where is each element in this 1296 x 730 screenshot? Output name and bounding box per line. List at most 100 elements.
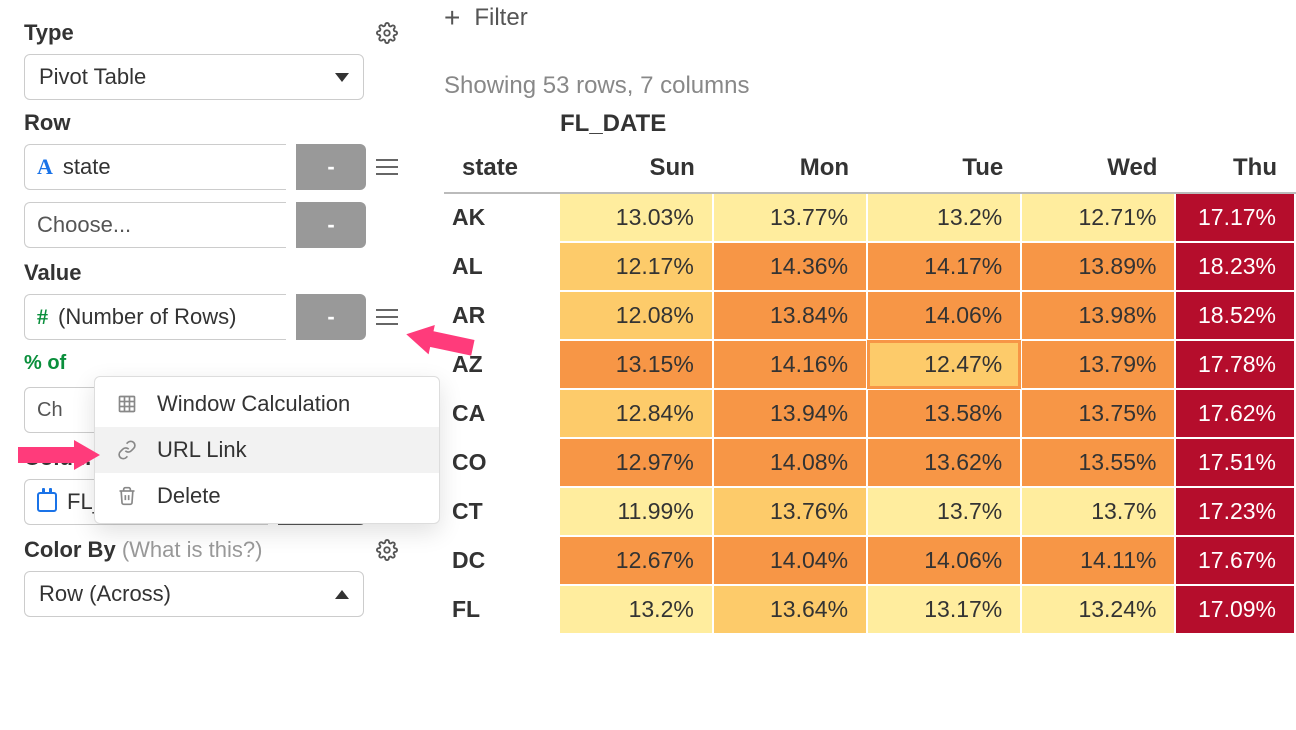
row-state-label[interactable]: AR bbox=[444, 291, 559, 340]
chevron-down-icon bbox=[335, 73, 349, 82]
cell[interactable]: 14.08% bbox=[713, 438, 867, 487]
cell[interactable]: 14.16% bbox=[713, 340, 867, 389]
cell[interactable]: 13.62% bbox=[867, 438, 1021, 487]
cell[interactable]: 17.09% bbox=[1175, 585, 1295, 634]
value-func-box[interactable]: - bbox=[296, 294, 366, 340]
type-label-row: Type bbox=[24, 20, 398, 46]
table-row: AL12.17%14.36%14.17%13.89%18.23% bbox=[444, 242, 1295, 291]
col-tue[interactable]: Tue bbox=[867, 144, 1021, 193]
cell[interactable]: 14.17% bbox=[867, 242, 1021, 291]
cell[interactable]: 13.76% bbox=[713, 487, 867, 536]
table-row: FL13.2%13.64%13.17%13.24%17.09% bbox=[444, 585, 1295, 634]
value-label: Value bbox=[24, 260, 398, 286]
cell[interactable]: 12.71% bbox=[1021, 193, 1175, 242]
cell[interactable]: 13.89% bbox=[1021, 242, 1175, 291]
table-row: CA12.84%13.94%13.58%13.75%17.62% bbox=[444, 389, 1295, 438]
col-sun[interactable]: Sun bbox=[559, 144, 713, 193]
table-row: CO12.97%14.08%13.62%13.55%17.51% bbox=[444, 438, 1295, 487]
cell[interactable]: 13.79% bbox=[1021, 340, 1175, 389]
type-select[interactable]: Pivot Table bbox=[24, 54, 364, 100]
menu-url-link[interactable]: URL Link bbox=[95, 427, 439, 473]
cell[interactable]: 13.77% bbox=[713, 193, 867, 242]
cell[interactable]: 13.7% bbox=[1021, 487, 1175, 536]
colorby-gear-icon[interactable] bbox=[376, 539, 398, 561]
cell[interactable]: 13.2% bbox=[867, 193, 1021, 242]
col-thu[interactable]: Thu bbox=[1175, 144, 1295, 193]
cell[interactable]: 17.67% bbox=[1175, 536, 1295, 585]
value-field-box[interactable]: # (Number of Rows) bbox=[24, 294, 286, 340]
row-state-label[interactable]: AK bbox=[444, 193, 559, 242]
cell[interactable]: 13.55% bbox=[1021, 438, 1175, 487]
menu-window-calculation[interactable]: Window Calculation bbox=[95, 381, 439, 427]
row-state-label[interactable]: FL bbox=[444, 585, 559, 634]
cell[interactable]: 12.84% bbox=[559, 389, 713, 438]
colorby-label-row: Color By (What is this?) bbox=[24, 537, 398, 563]
cell[interactable]: 17.78% bbox=[1175, 340, 1295, 389]
number-type-icon: # bbox=[37, 304, 48, 330]
cell[interactable]: 13.84% bbox=[713, 291, 867, 340]
cell[interactable]: 12.17% bbox=[559, 242, 713, 291]
cell[interactable]: 13.64% bbox=[713, 585, 867, 634]
value-field-row: # (Number of Rows) - bbox=[24, 294, 398, 340]
table-icon bbox=[115, 394, 139, 414]
cell[interactable]: 13.98% bbox=[1021, 291, 1175, 340]
value-choose-placeholder: Ch bbox=[37, 399, 63, 422]
colorby-hint[interactable]: (What is this?) bbox=[122, 537, 263, 562]
row-func-box[interactable]: - bbox=[296, 144, 366, 190]
cell[interactable]: 12.97% bbox=[559, 438, 713, 487]
cell[interactable]: 14.06% bbox=[867, 536, 1021, 585]
cell[interactable]: 14.06% bbox=[867, 291, 1021, 340]
cell[interactable]: 12.67% bbox=[559, 536, 713, 585]
row-state-label[interactable]: DC bbox=[444, 536, 559, 585]
col-state[interactable]: state bbox=[444, 144, 559, 193]
cell[interactable]: 13.17% bbox=[867, 585, 1021, 634]
table-row: AK13.03%13.77%13.2%12.71%17.17% bbox=[444, 193, 1295, 242]
cell[interactable]: 17.62% bbox=[1175, 389, 1295, 438]
row-state-label[interactable]: AL bbox=[444, 242, 559, 291]
row-state-label[interactable]: CT bbox=[444, 487, 559, 536]
colorby-select[interactable]: Row (Across) bbox=[24, 571, 364, 617]
cell[interactable]: 13.58% bbox=[867, 389, 1021, 438]
row-menu-icon[interactable] bbox=[376, 159, 398, 175]
cell[interactable]: 12.47% bbox=[867, 340, 1021, 389]
row-choose-box[interactable]: Choose... bbox=[24, 202, 286, 248]
calendar-icon bbox=[37, 492, 57, 512]
cell[interactable]: 17.17% bbox=[1175, 193, 1295, 242]
cell[interactable]: 14.11% bbox=[1021, 536, 1175, 585]
table-row: AZ13.15%14.16%12.47%13.79%17.78% bbox=[444, 340, 1295, 389]
header-row: state Sun Mon Tue Wed Thu bbox=[444, 144, 1295, 193]
cell[interactable]: 13.03% bbox=[559, 193, 713, 242]
cell[interactable]: 17.23% bbox=[1175, 487, 1295, 536]
cell[interactable]: 14.36% bbox=[713, 242, 867, 291]
config-sidebar: Type Pivot Table Row A state - Choose...… bbox=[0, 0, 422, 730]
cell[interactable]: 18.23% bbox=[1175, 242, 1295, 291]
cell[interactable]: 13.7% bbox=[867, 487, 1021, 536]
row-field-box[interactable]: A state bbox=[24, 144, 286, 190]
cell[interactable]: 17.51% bbox=[1175, 438, 1295, 487]
col-wed[interactable]: Wed bbox=[1021, 144, 1175, 193]
row-field-value: state bbox=[63, 154, 111, 180]
column-group-header: FL_DATE bbox=[444, 110, 1296, 138]
row-state-label[interactable]: CO bbox=[444, 438, 559, 487]
colorby-label: Color By bbox=[24, 537, 116, 562]
cell[interactable]: 13.2% bbox=[559, 585, 713, 634]
type-settings-gear-icon[interactable] bbox=[376, 22, 398, 44]
cell[interactable]: 13.94% bbox=[713, 389, 867, 438]
row-choose-func[interactable]: - bbox=[296, 202, 366, 248]
type-label: Type bbox=[24, 20, 74, 46]
cell[interactable]: 13.24% bbox=[1021, 585, 1175, 634]
row-add-row: Choose... - bbox=[24, 202, 398, 248]
add-filter-button[interactable]: + Filter bbox=[444, 2, 1296, 34]
value-menu-icon[interactable] bbox=[376, 309, 398, 325]
plus-icon: + bbox=[444, 2, 460, 34]
row-state-label[interactable]: CA bbox=[444, 389, 559, 438]
menu-delete[interactable]: Delete bbox=[95, 473, 439, 519]
col-mon[interactable]: Mon bbox=[713, 144, 867, 193]
type-value: Pivot Table bbox=[39, 64, 146, 90]
cell[interactable]: 14.04% bbox=[713, 536, 867, 585]
cell[interactable]: 13.15% bbox=[559, 340, 713, 389]
cell[interactable]: 18.52% bbox=[1175, 291, 1295, 340]
cell[interactable]: 11.99% bbox=[559, 487, 713, 536]
cell[interactable]: 12.08% bbox=[559, 291, 713, 340]
cell[interactable]: 13.75% bbox=[1021, 389, 1175, 438]
